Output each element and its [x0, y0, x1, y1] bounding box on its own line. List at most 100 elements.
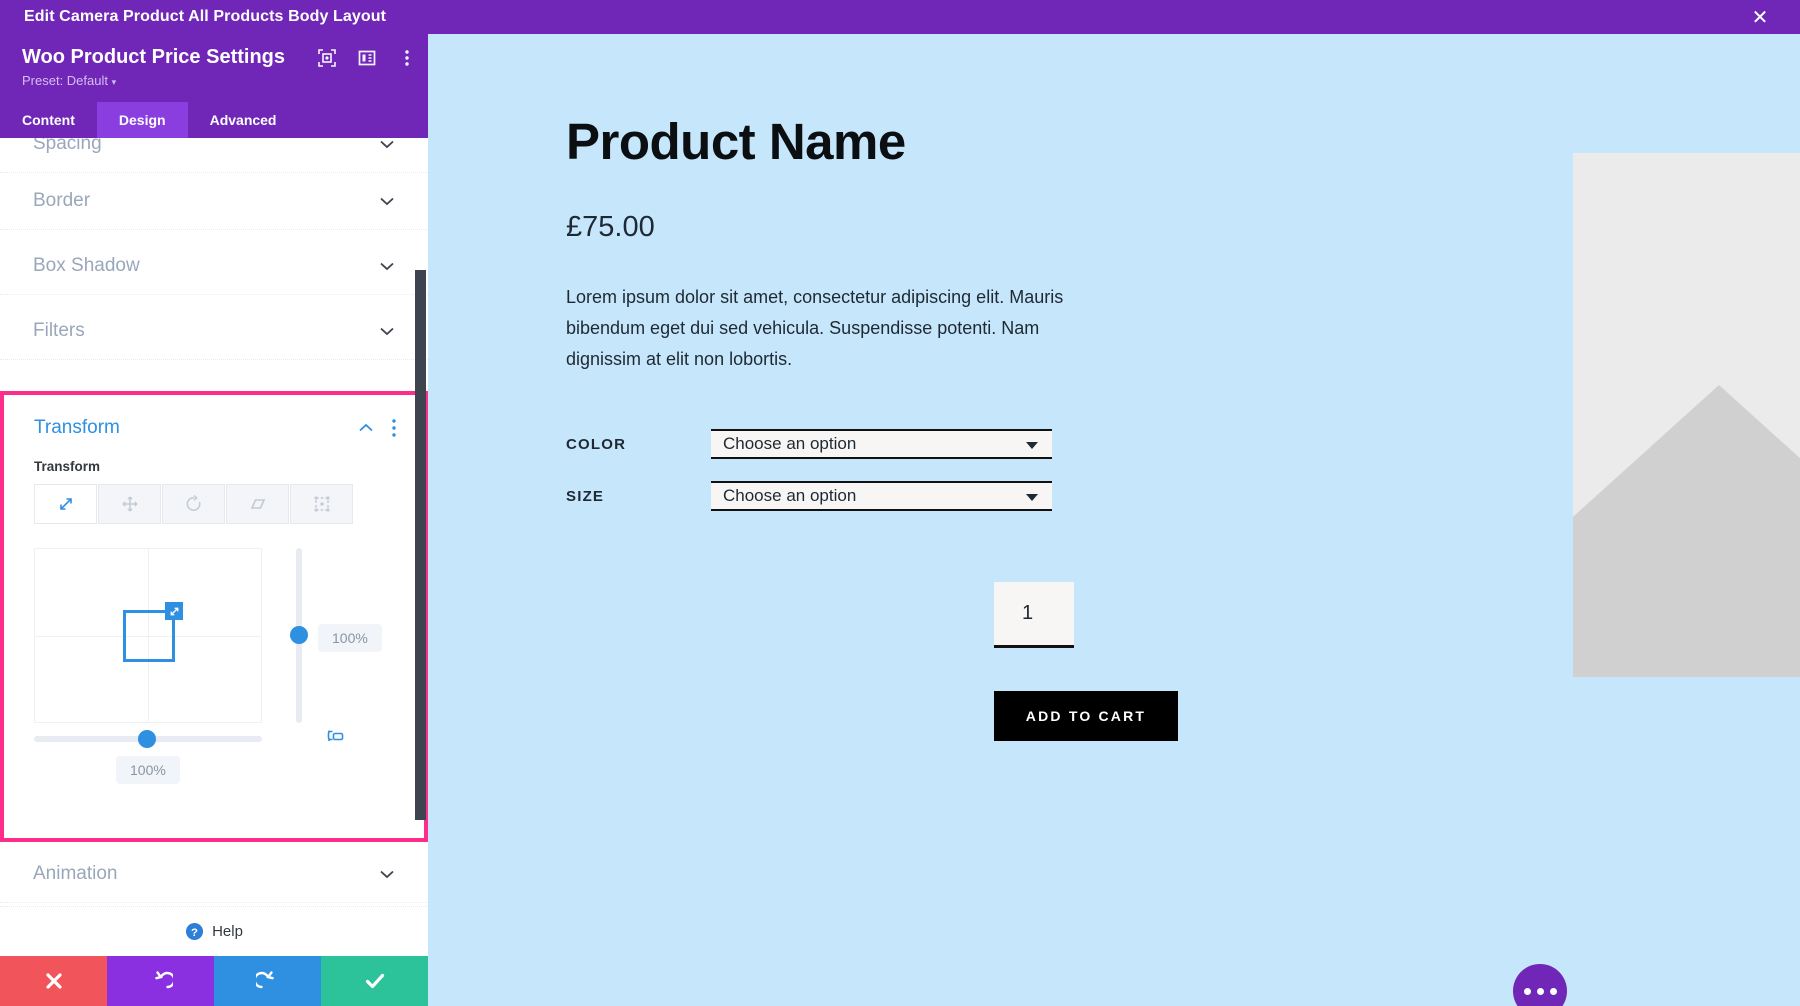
- preset-selector[interactable]: Preset: Default ▾: [0, 69, 428, 102]
- translate-mode-button[interactable]: [98, 484, 161, 524]
- translate-icon: [121, 496, 138, 512]
- panel-footer: [0, 956, 428, 1006]
- transform-box[interactable]: [123, 602, 183, 662]
- chevron-down-icon: [380, 197, 394, 206]
- attribute-label-size: SIZE: [566, 487, 605, 505]
- chevron-down-icon: [380, 870, 394, 879]
- section-transform-label: Transform: [34, 417, 120, 438]
- scale-x-slider[interactable]: [34, 730, 262, 748]
- section-transform-body: Transform 100% 100%: [4, 439, 424, 784]
- cancel-button[interactable]: [0, 956, 107, 1006]
- chevron-down-icon: [1026, 442, 1038, 449]
- scale-x-slider-knob[interactable]: [138, 730, 156, 748]
- panel-layout-icon[interactable]: [357, 48, 377, 68]
- panel-header: Woo Product Price Settings Preset: Defau…: [0, 34, 428, 138]
- chevron-down-icon: ▾: [111, 77, 117, 87]
- section-box-shadow-label: Box Shadow: [33, 255, 140, 276]
- help-label: Help: [212, 923, 243, 940]
- section-transform-header[interactable]: Transform: [4, 395, 424, 439]
- scale-x-value[interactable]: 100%: [116, 756, 180, 784]
- focus-target-icon[interactable]: [317, 48, 337, 68]
- chevron-up-icon[interactable]: [358, 423, 374, 433]
- tab-design[interactable]: Design: [96, 102, 188, 138]
- origin-mode-button[interactable]: [290, 484, 353, 524]
- skew-icon: [250, 499, 265, 509]
- close-icon[interactable]: ✕: [1740, 0, 1780, 34]
- product-image-placeholder: [1573, 153, 1800, 677]
- rotate-mode-button[interactable]: [162, 484, 225, 524]
- svg-text:?: ?: [191, 927, 198, 939]
- section-spacing-label: Spacing: [33, 138, 102, 154]
- quantity-input[interactable]: 1: [994, 582, 1074, 648]
- panel-title: Woo Product Price Settings: [22, 46, 285, 68]
- chevron-down-icon: [380, 262, 394, 271]
- undo-button[interactable]: [107, 956, 214, 1006]
- attribute-row-color: COLOR Choose an option: [566, 429, 1052, 459]
- resize-arrows-icon: [170, 607, 178, 615]
- fab-dot: [1523, 987, 1531, 995]
- more-actions-fab[interactable]: [1513, 964, 1567, 1006]
- transform-grid: [34, 548, 262, 723]
- size-select[interactable]: Choose an option: [711, 481, 1052, 511]
- tab-advanced[interactable]: Advanced: [187, 102, 299, 138]
- scale-icon: [59, 498, 72, 510]
- undo-icon: [154, 971, 173, 989]
- link-axes-icon[interactable]: [326, 728, 348, 749]
- panel-tabs: Content Design Advanced: [0, 102, 428, 138]
- redo-icon: [255, 971, 274, 989]
- product-title: Product Name: [566, 113, 906, 170]
- help-row[interactable]: ? Help: [0, 906, 428, 956]
- panel-scrollbar[interactable]: [415, 270, 426, 820]
- product-description: Lorem ipsum dolor sit amet, consectetur …: [566, 287, 1064, 369]
- attribute-label-color: COLOR: [566, 435, 627, 453]
- origin-icon: [314, 496, 329, 512]
- section-border-label: Border: [33, 190, 91, 211]
- more-options-icon[interactable]: [397, 48, 417, 68]
- rotate-icon: [186, 494, 201, 511]
- section-options-icon[interactable]: [392, 419, 396, 437]
- check-icon: [365, 973, 384, 989]
- attribute-row-size: SIZE Choose an option: [566, 481, 1052, 511]
- color-select-value: Choose an option: [723, 434, 857, 453]
- section-animation[interactable]: Animation: [0, 846, 428, 903]
- chevron-down-icon: [380, 327, 394, 336]
- color-select[interactable]: Choose an option: [711, 429, 1052, 459]
- image-placeholder-icon: [1573, 153, 1800, 677]
- settings-panel: Woo Product Price Settings Preset: Defau…: [0, 34, 428, 1006]
- fab-dot: [1536, 987, 1544, 995]
- section-box-shadow[interactable]: Box Shadow: [0, 238, 428, 295]
- tab-content[interactable]: Content: [0, 102, 97, 138]
- window-title: Edit Camera Product All Products Body La…: [24, 8, 387, 25]
- product-price: £75.00: [566, 211, 655, 243]
- page-preview: Product Name £75.00 Lorem ipsum dolor si…: [428, 34, 1800, 1006]
- panel-header-icons: [317, 48, 417, 68]
- section-border[interactable]: Border: [0, 173, 428, 230]
- window-titlebar: Edit Camera Product All Products Body La…: [0, 0, 1800, 34]
- size-select-value: Choose an option: [723, 486, 857, 505]
- transform-field-label: Transform: [34, 459, 101, 474]
- app-root: Edit Camera Product All Products Body La…: [0, 0, 1800, 1006]
- section-animation-label: Animation: [33, 863, 118, 884]
- transform-resize-handle[interactable]: [165, 602, 183, 620]
- scale-y-value[interactable]: 100%: [318, 624, 382, 652]
- skew-mode-button[interactable]: [226, 484, 289, 524]
- add-to-cart-button[interactable]: ADD TO CART: [994, 691, 1178, 741]
- scale-mode-button[interactable]: [34, 484, 97, 524]
- transform-mode-group: [34, 484, 394, 524]
- section-filters-label: Filters: [33, 320, 85, 341]
- chevron-down-icon: [380, 140, 394, 149]
- section-filters[interactable]: Filters: [0, 303, 428, 360]
- help-icon: ?: [186, 922, 204, 941]
- transform-preview-area: 100% 100%: [34, 548, 394, 784]
- preset-label: Preset: Default: [22, 73, 108, 88]
- scale-y-slider-knob[interactable]: [290, 626, 308, 644]
- panel-body: Spacing Border Box Shadow Filters Transf…: [0, 138, 428, 1006]
- save-button[interactable]: [321, 956, 428, 1006]
- redo-button[interactable]: [214, 956, 321, 1006]
- section-spacing[interactable]: Spacing: [0, 138, 428, 173]
- panel-title-row: Woo Product Price Settings: [0, 46, 428, 69]
- scale-y-slider[interactable]: [290, 548, 308, 723]
- chevron-down-icon: [1026, 494, 1038, 501]
- section-transform-card: Transform Transform 100% 100%: [0, 391, 428, 842]
- quantity-value: 1: [1022, 602, 1034, 624]
